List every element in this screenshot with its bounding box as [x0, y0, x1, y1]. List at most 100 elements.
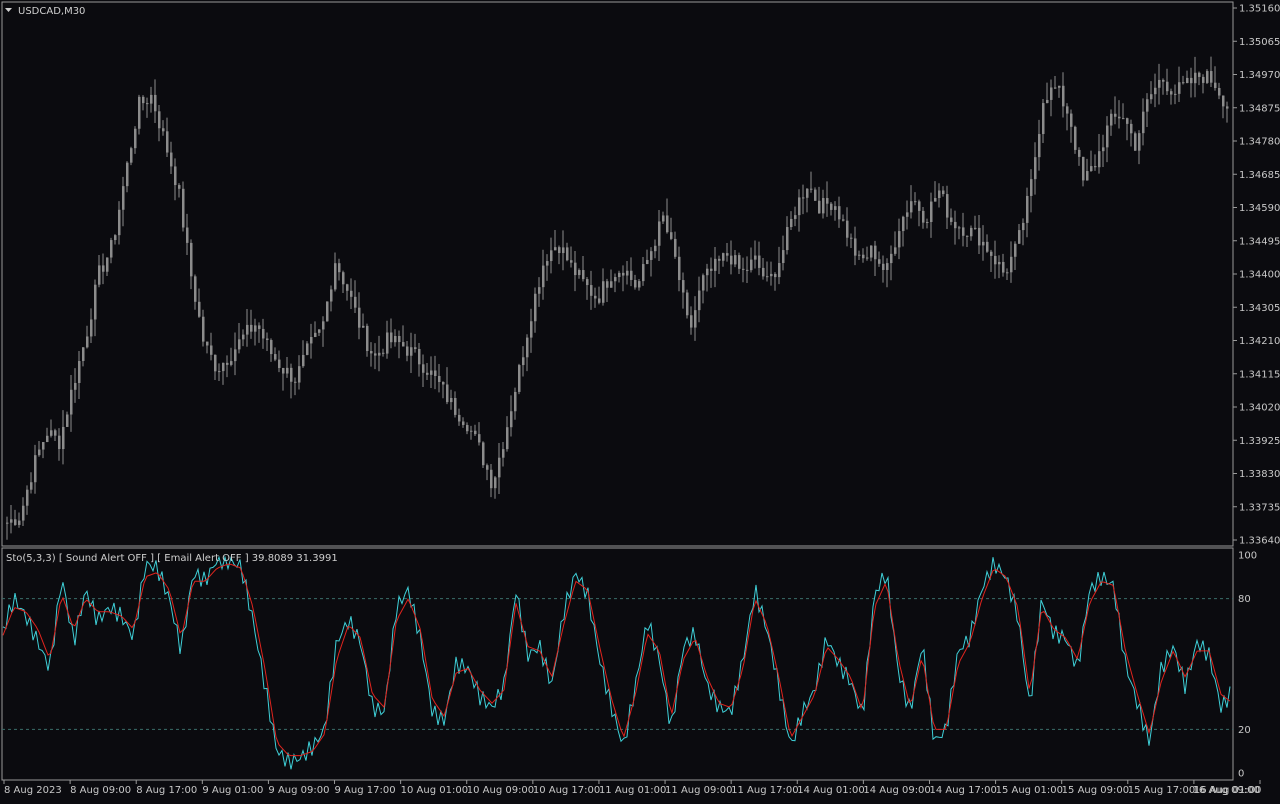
candle-body: [298, 366, 301, 383]
candle-body: [1050, 87, 1053, 100]
candle-body: [14, 519, 17, 525]
candle-body: [1102, 147, 1105, 152]
candle-body: [994, 255, 997, 265]
time-tick-label: 14 Aug 01:00: [797, 785, 864, 796]
candle-body: [534, 293, 537, 322]
candle-body: [930, 201, 933, 223]
candle-body: [1106, 125, 1109, 148]
candle-body: [326, 301, 329, 322]
candle-body: [702, 275, 705, 291]
candle-body: [606, 281, 609, 288]
candle-body: [394, 336, 397, 343]
candle-body: [522, 357, 525, 366]
candle-body: [530, 321, 533, 338]
indicator-tick-label: 80: [1238, 594, 1251, 605]
candle-body: [218, 371, 221, 373]
candle-body: [198, 301, 201, 317]
candle-body: [802, 197, 805, 199]
candle-body: [418, 348, 421, 365]
price-tick-label: 1.34305: [1239, 303, 1280, 314]
candle-body: [170, 152, 173, 167]
candle-body: [770, 273, 773, 277]
candle-body: [450, 397, 453, 403]
candle-body: [90, 319, 93, 337]
candle-body: [118, 209, 121, 236]
candle-body: [638, 281, 641, 288]
candle-body: [438, 375, 441, 382]
price-tick-label: 1.34780: [1239, 137, 1280, 148]
candle-body: [226, 362, 229, 365]
candle-body: [1010, 256, 1013, 273]
candle-body: [578, 270, 581, 276]
candle-body: [446, 384, 449, 403]
candle-body: [82, 347, 85, 362]
candle-body: [714, 258, 717, 271]
candle-body: [230, 361, 233, 365]
candle-body: [494, 477, 497, 489]
candle-body: [910, 201, 913, 213]
candle-body: [302, 354, 305, 367]
candle-body: [130, 148, 133, 163]
price-tick-label: 1.35160: [1239, 4, 1280, 15]
candle-body: [766, 276, 769, 278]
candle-body: [358, 307, 361, 328]
candle-body: [874, 245, 877, 260]
candle-body: [246, 324, 249, 335]
candle-body: [1170, 91, 1173, 95]
candle-body: [1182, 82, 1185, 84]
candle-body: [1098, 151, 1101, 168]
time-tick-label: 15 Aug 01:00: [996, 785, 1063, 796]
candle-body: [942, 190, 945, 195]
candle-body: [38, 449, 41, 456]
candle-body: [490, 469, 493, 489]
price-tick-label: 1.33925: [1239, 436, 1280, 447]
candle-body: [914, 201, 917, 203]
candle-body: [798, 197, 801, 216]
candle-body: [194, 276, 197, 302]
candle-body: [78, 361, 81, 383]
candle-body: [330, 289, 333, 302]
candle-body: [222, 362, 225, 372]
candle-body: [1038, 134, 1041, 158]
candle-body: [1142, 111, 1145, 134]
candle-body: [334, 263, 337, 290]
candle-body: [1058, 85, 1061, 88]
candle-body: [1006, 272, 1009, 274]
candle-body: [790, 218, 793, 228]
candle-body: [1158, 79, 1161, 88]
candle-body: [546, 261, 549, 266]
candle-body: [10, 519, 13, 523]
candle-body: [642, 264, 645, 282]
candle-body: [974, 227, 977, 229]
candle-body: [166, 131, 169, 153]
price-tick-label: 1.34685: [1239, 170, 1280, 181]
candle-body: [1138, 133, 1141, 151]
candle-body: [722, 253, 725, 261]
candle-body: [982, 241, 985, 246]
candle-body: [62, 426, 65, 450]
candle-body: [986, 241, 989, 252]
candle-body: [1002, 261, 1005, 273]
candle-body: [110, 240, 113, 258]
candle-body: [146, 103, 149, 105]
price-tick-label: 1.33830: [1239, 469, 1280, 480]
candle-body: [838, 206, 841, 220]
time-tick-label: 14 Aug 09:00: [863, 785, 930, 796]
candle-body: [1186, 77, 1189, 84]
candle-body: [926, 222, 929, 224]
candle-body: [902, 216, 905, 232]
candle-body: [174, 166, 177, 186]
indicator-tick-label: 20: [1238, 725, 1251, 736]
candle-body: [22, 505, 25, 521]
candle-body: [278, 359, 281, 368]
candle-body: [142, 96, 145, 104]
candle-body: [630, 270, 633, 280]
candle-body: [810, 188, 813, 190]
candle-body: [34, 455, 37, 483]
candle-body: [382, 352, 385, 354]
candle-body: [734, 255, 737, 265]
candle-body: [186, 227, 189, 243]
candle-body: [678, 256, 681, 281]
time-tick-label: 8 Aug 2023: [4, 785, 62, 796]
candle-body: [66, 414, 69, 427]
